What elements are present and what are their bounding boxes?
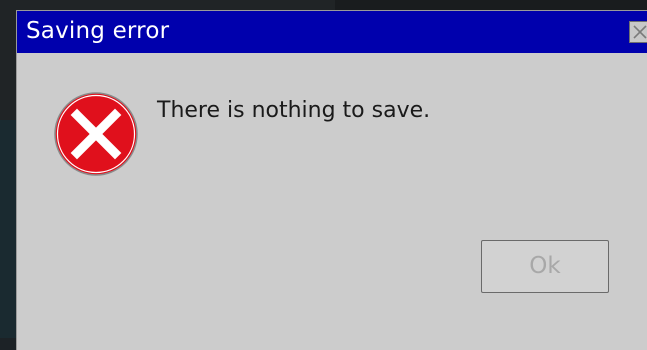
close-button[interactable] [629, 21, 647, 43]
dialog-title: Saving error [26, 18, 170, 44]
close-icon [633, 25, 647, 39]
error-icon [54, 92, 138, 176]
dialog-titlebar[interactable]: Saving error [17, 11, 647, 53]
error-message: There is nothing to save. [157, 98, 431, 123]
error-dialog: Saving error There is nothing to save. O… [16, 10, 647, 350]
ok-button[interactable]: Ok [481, 240, 609, 293]
